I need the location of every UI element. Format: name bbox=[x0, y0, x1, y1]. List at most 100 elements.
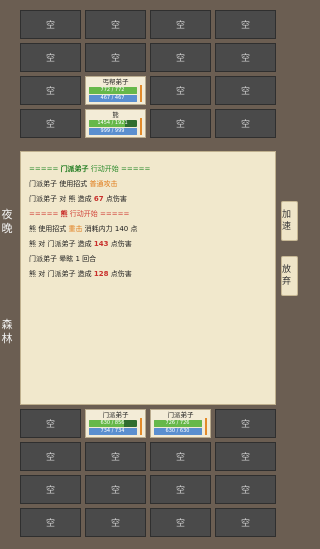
empty-slot[interactable]: 空 bbox=[215, 442, 276, 471]
grid-row: 空空空空 bbox=[20, 442, 276, 471]
empty-slot[interactable]: 空 bbox=[150, 109, 211, 138]
empty-slot[interactable]: 空 bbox=[85, 475, 146, 504]
log-line: 门派弟子 使用招式 普通攻击 bbox=[29, 177, 267, 192]
time-of-day-label: 夜晚 bbox=[1, 208, 13, 236]
mp-bar: 999 / 999 bbox=[88, 128, 137, 135]
empty-slot[interactable]: 空 bbox=[85, 43, 146, 72]
empty-slot[interactable]: 空 bbox=[215, 109, 276, 138]
give-up-button[interactable]: 放弃 bbox=[281, 256, 298, 296]
unit-card[interactable]: 门派弟子 726 / 726 630 / 630 bbox=[150, 409, 211, 438]
unit-name: 门派弟子 bbox=[102, 411, 129, 419]
log-line: 熊 对 门派弟子 造成 128 点伤害 bbox=[29, 267, 267, 282]
grid-row: 空空空空 bbox=[20, 43, 276, 72]
log-segment: 点伤害 bbox=[108, 240, 132, 248]
status-indicator bbox=[205, 418, 207, 435]
log-segment: 熊 对 门派弟子 造成 bbox=[29, 270, 94, 278]
empty-slot[interactable]: 空 bbox=[215, 76, 276, 105]
log-segment: 门派弟子 晕眩 1 回合 bbox=[29, 255, 97, 263]
empty-slot[interactable]: 空 bbox=[150, 475, 211, 504]
unit-card[interactable]: 丐帮弟子 772 / 772 467 / 467 bbox=[85, 76, 146, 105]
log-segment: 重击 bbox=[68, 225, 83, 233]
empty-slot[interactable]: 空 bbox=[150, 76, 211, 105]
hp-bar: 726 / 726 bbox=[153, 420, 202, 427]
unit-card[interactable]: 门派弟子 630 / 856 734 / 734 bbox=[85, 409, 146, 438]
empty-slot[interactable]: 空 bbox=[150, 43, 211, 72]
location-text: 森林 bbox=[1, 318, 13, 345]
enemy-grid: 空空空空空空空空空丐帮弟子 772 / 772 467 / 467 空空空熊 1454 … bbox=[20, 10, 276, 142]
mp-bar: 630 / 630 bbox=[153, 428, 202, 435]
log-line: 熊 使用招式 重击 消耗内力 140 点 bbox=[29, 222, 267, 237]
empty-slot[interactable]: 空 bbox=[20, 109, 81, 138]
unit-name: 丐帮弟子 bbox=[102, 78, 129, 86]
empty-slot[interactable]: 空 bbox=[20, 43, 81, 72]
log-segment: 点伤害 bbox=[103, 195, 127, 203]
unit-name: 门派弟子 bbox=[167, 411, 194, 419]
empty-slot[interactable]: 空 bbox=[20, 442, 81, 471]
mp-bar: 467 / 467 bbox=[88, 95, 137, 102]
status-indicator bbox=[140, 418, 142, 435]
log-segment: ===== bbox=[29, 210, 61, 218]
empty-slot[interactable]: 空 bbox=[150, 442, 211, 471]
mp-value: 734 / 734 bbox=[100, 428, 125, 434]
empty-slot[interactable]: 空 bbox=[20, 475, 81, 504]
log-segment: 熊 对 门派弟子 造成 bbox=[29, 240, 94, 248]
empty-slot[interactable]: 空 bbox=[85, 442, 146, 471]
empty-slot[interactable]: 空 bbox=[215, 409, 276, 438]
log-segment: 门派弟子 bbox=[60, 165, 89, 173]
empty-slot[interactable]: 空 bbox=[215, 43, 276, 72]
log-segment: ===== bbox=[29, 165, 61, 173]
empty-slot[interactable]: 空 bbox=[150, 10, 211, 39]
hp-value: 726 / 726 bbox=[165, 420, 190, 426]
grid-row: 空门派弟子 630 / 856 734 / 734 门派弟子 726 / 726 630 … bbox=[20, 409, 276, 438]
speed-up-button[interactable]: 加速 bbox=[281, 201, 298, 241]
give-up-label: 放弃 bbox=[282, 265, 292, 287]
log-line: ===== 门派弟子 行动开始 ===== bbox=[29, 162, 267, 177]
log-line: ===== 熊 行动开始 ===== bbox=[29, 207, 267, 222]
log-segment: 门派弟子 使用招式 bbox=[29, 180, 90, 188]
status-indicator bbox=[140, 118, 142, 135]
empty-slot[interactable]: 空 bbox=[85, 10, 146, 39]
empty-slot[interactable]: 空 bbox=[215, 10, 276, 39]
grid-row: 空空空空 bbox=[20, 10, 276, 39]
hp-bar: 1454 / 1921 bbox=[88, 120, 137, 127]
empty-slot[interactable]: 空 bbox=[85, 508, 146, 537]
hp-value: 630 / 856 bbox=[100, 420, 125, 426]
hp-value: 1454 / 1921 bbox=[97, 120, 128, 126]
log-line: 熊 对 门派弟子 造成 143 点伤害 bbox=[29, 237, 267, 252]
hp-value: 772 / 772 bbox=[100, 87, 125, 93]
empty-slot[interactable]: 空 bbox=[20, 76, 81, 105]
log-segment: 熊 使用招式 bbox=[29, 225, 69, 233]
grid-row: 空熊 1454 / 1921 999 / 999 空空 bbox=[20, 109, 276, 138]
log-segment: 128 bbox=[93, 270, 109, 278]
grid-row: 空空空空 bbox=[20, 475, 276, 504]
empty-slot[interactable]: 空 bbox=[215, 475, 276, 504]
empty-slot[interactable]: 空 bbox=[20, 409, 81, 438]
status-indicator bbox=[140, 85, 142, 102]
log-segment: 行动开始 ===== bbox=[88, 165, 151, 173]
log-line: 门派弟子 对 熊 造成 67 点伤害 bbox=[29, 192, 267, 207]
empty-slot[interactable]: 空 bbox=[20, 10, 81, 39]
log-segment: 普通攻击 bbox=[89, 180, 118, 188]
empty-slot[interactable]: 空 bbox=[150, 508, 211, 537]
log-segment: 门派弟子 对 熊 造成 bbox=[29, 195, 94, 203]
empty-slot[interactable]: 空 bbox=[20, 508, 81, 537]
mp-value: 999 / 999 bbox=[100, 128, 125, 134]
mp-value: 630 / 630 bbox=[165, 428, 190, 434]
speed-up-label: 加速 bbox=[282, 210, 292, 232]
grid-row: 空丐帮弟子 772 / 772 467 / 467 空空 bbox=[20, 76, 276, 105]
log-line: 门派弟子 晕眩 1 回合 bbox=[29, 252, 267, 267]
log-segment: 67 bbox=[93, 195, 104, 203]
hp-bar: 630 / 856 bbox=[88, 420, 137, 427]
log-segment: 143 bbox=[93, 240, 109, 248]
hp-bar: 772 / 772 bbox=[88, 87, 137, 94]
log-segment: 点伤害 bbox=[108, 270, 132, 278]
log-segment: 消耗内力 140 点 bbox=[82, 225, 138, 233]
empty-slot[interactable]: 空 bbox=[215, 508, 276, 537]
mp-bar: 734 / 734 bbox=[88, 428, 137, 435]
battle-log: ===== 门派弟子 行动开始 ===== 门派弟子 使用招式 普通攻击 门派弟子 … bbox=[20, 151, 276, 405]
player-grid: 空门派弟子 630 / 856 734 / 734 门派弟子 726 / 726 630 … bbox=[20, 409, 276, 541]
location-label: 森林 bbox=[1, 318, 13, 346]
unit-card[interactable]: 熊 1454 / 1921 999 / 999 bbox=[85, 109, 146, 138]
log-segment: 熊 bbox=[60, 210, 68, 218]
grid-row: 空空空空 bbox=[20, 508, 276, 537]
